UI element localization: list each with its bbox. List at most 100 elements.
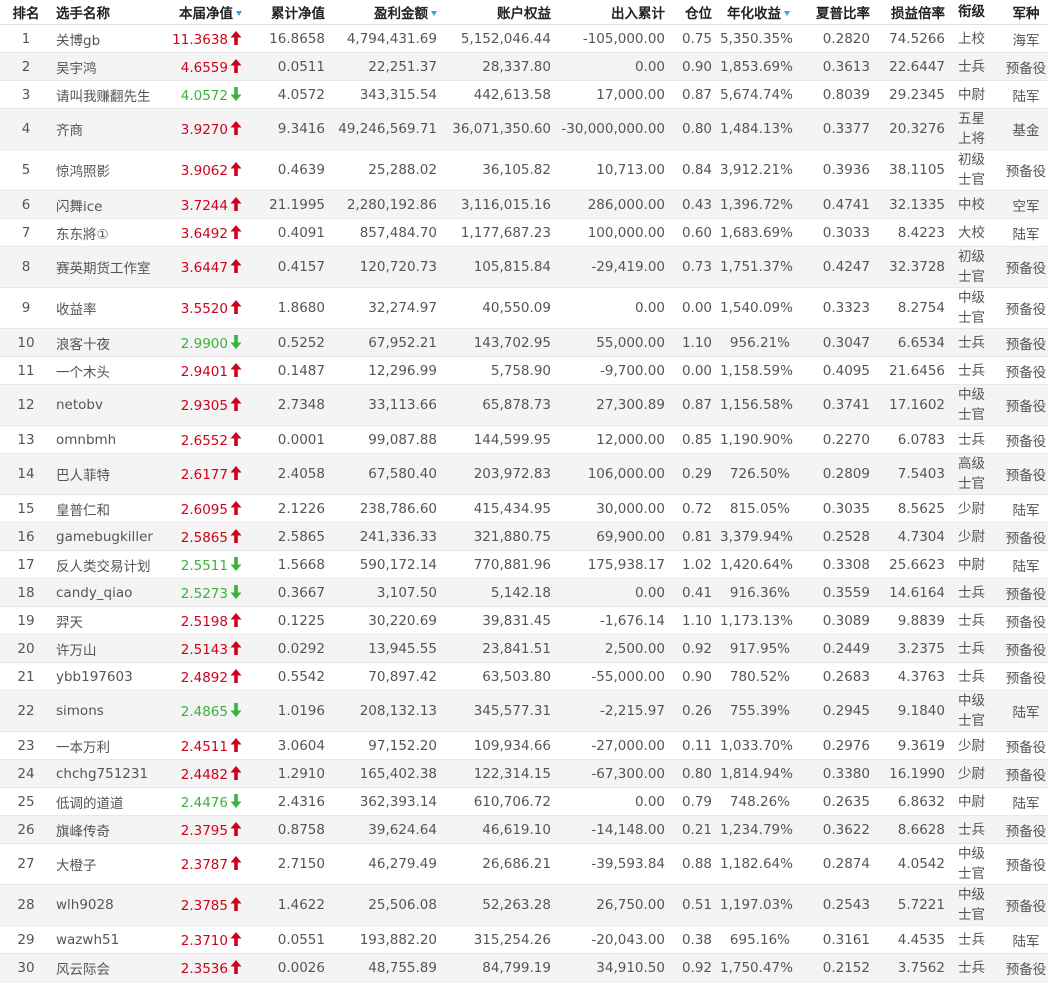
player-name-cell[interactable]: wlh9028	[52, 884, 162, 926]
table-row[interactable]: 11 一个木头 2.9401 0.1487 12,296.99 5,758.90 -9,70…	[0, 356, 1048, 385]
pl-ratio-cell: 17.1602	[874, 384, 949, 426]
header-branch[interactable]: 军种	[994, 0, 1048, 25]
branch-cell: 预备役	[994, 843, 1048, 885]
cash-flow-cell: 27,300.89	[555, 384, 669, 426]
table-row[interactable]: 8 赛英期货工作室 3.6447 0.4157 120,720.73 105,815.84…	[0, 246, 1048, 288]
player-name-cell[interactable]: 吴宇鸿	[52, 52, 162, 81]
table-row[interactable]: 9 收益率 3.5520 1.8680 32,274.97 40,550.09 0.00 0.…	[0, 287, 1048, 329]
table-row[interactable]: 17 反人类交易计划 2.5511 1.5668 590,172.14 770,881.9…	[0, 550, 1048, 579]
branch-cell: 预备役	[994, 328, 1048, 357]
equity-cell: 321,880.75	[441, 522, 555, 551]
player-name-cell[interactable]: 浪客十夜	[52, 328, 162, 357]
table-row[interactable]: 19 羿天 2.5198 0.1225 30,220.69 39,831.45 -1,676…	[0, 606, 1048, 635]
arrow-up-icon	[230, 162, 242, 176]
table-row[interactable]: 30 风云际会 2.3536 0.0026 48,755.89 84,799.19 34,9…	[0, 953, 1048, 982]
header-position[interactable]: 仓位	[669, 0, 716, 25]
header-player-name[interactable]: 选手名称	[52, 0, 162, 25]
player-name-cell[interactable]: ybb197603	[52, 662, 162, 691]
player-name-cell[interactable]: 一本万利	[52, 731, 162, 760]
military-rank-cell: 中尉	[949, 550, 994, 579]
position-cell: 0.85	[669, 425, 716, 454]
table-row[interactable]: 6 闪舞ice 3.7244 21.1995 2,280,192.86 3,116,015…	[0, 190, 1048, 219]
player-name-cell[interactable]: chchg751231	[52, 759, 162, 788]
player-name-cell[interactable]: gamebugkiller	[52, 522, 162, 551]
player-name-cell[interactable]: 一个木头	[52, 356, 162, 385]
annual-return-cell: 5,674.74%	[716, 80, 794, 109]
pl-ratio-cell: 9.3619	[874, 731, 949, 760]
header-sharpe[interactable]: 夏普比率	[794, 0, 874, 25]
table-row[interactable]: 5 惊鸿照影 3.9062 0.4639 25,288.02 36,105.82 10,71…	[0, 149, 1048, 191]
player-name-cell[interactable]: 羿天	[52, 606, 162, 635]
position-cell: 0.43	[669, 190, 716, 219]
player-name-cell[interactable]: 风云际会	[52, 953, 162, 982]
position-cell: 0.51	[669, 884, 716, 926]
table-row[interactable]: 1 关博gb 11.3638 16.8658 4,794,431.69 5,152,046…	[0, 24, 1048, 53]
player-name-cell[interactable]: 皇普仁和	[52, 494, 162, 523]
player-name-cell[interactable]: 低调的道道	[52, 787, 162, 816]
player-name-cell[interactable]: 大橙子	[52, 843, 162, 885]
player-name-cell[interactable]: 收益率	[52, 287, 162, 329]
player-name-cell[interactable]: candy_qiao	[52, 578, 162, 607]
player-name-cell[interactable]: 齐商	[52, 108, 162, 150]
position-cell: 0.80	[669, 108, 716, 150]
header-cash-flow[interactable]: 出入累计	[555, 0, 669, 25]
player-name-cell[interactable]: simons	[52, 690, 162, 732]
table-row[interactable]: 20 许万山 2.5143 0.0292 13,945.55 23,841.51 2,500…	[0, 634, 1048, 663]
player-name-cell[interactable]: 许万山	[52, 634, 162, 663]
player-name-cell[interactable]: 巴人菲特	[52, 453, 162, 495]
player-name-cell[interactable]: 关博gb	[52, 24, 162, 53]
equity-cell: 3,116,015.16	[441, 190, 555, 219]
table-row[interactable]: 23 一本万利 2.4511 3.0604 97,152.20 109,934.66 -27…	[0, 731, 1048, 760]
player-name-cell[interactable]: wazwh51	[52, 925, 162, 954]
table-row[interactable]: 12 netobv 2.9305 2.7348 33,113.66 65,878.73 27…	[0, 384, 1048, 426]
rank-cell: 9	[0, 287, 52, 329]
branch-cell: 预备役	[994, 149, 1048, 191]
current-nav-cell: 2.4892	[162, 662, 244, 691]
player-name-cell[interactable]: 闪舞ice	[52, 190, 162, 219]
player-name-cell[interactable]: 旗峰传奇	[52, 815, 162, 844]
header-cumulative-nav[interactable]: 累计净值	[244, 0, 329, 25]
player-name-cell[interactable]: 东东將①	[52, 218, 162, 247]
header-equity[interactable]: 账户权益	[441, 0, 555, 25]
military-rank-cell: 初级士官	[949, 149, 994, 191]
table-row[interactable]: 7 东东將① 3.6492 0.4091 857,484.70 1,177,687.23 1…	[0, 218, 1048, 247]
table-row[interactable]: 4 齐商 3.9270 9.3416 49,246,569.71 36,071,350.6…	[0, 108, 1048, 150]
player-name-cell[interactable]: 赛英期货工作室	[52, 246, 162, 288]
military-rank-cell: 中尉	[949, 787, 994, 816]
rank-cell: 19	[0, 606, 52, 635]
table-row[interactable]: 15 皇普仁和 2.6095 2.1226 238,786.60 415,434.95 30…	[0, 494, 1048, 523]
header-annual-return[interactable]: 年化收益	[716, 0, 794, 25]
table-row[interactable]: 27 大橙子 2.3787 2.7150 46,279.49 26,686.21 -39,5…	[0, 843, 1048, 885]
header-military-rank[interactable]: 衔级	[949, 0, 994, 25]
table-row[interactable]: 18 candy_qiao 2.5273 0.3667 3,107.50 5,142.18…	[0, 578, 1048, 607]
table-row[interactable]: 14 巴人菲特 2.6177 2.4058 67,580.40 203,972.83 106…	[0, 453, 1048, 495]
table-row[interactable]: 28 wlh9028 2.3785 1.4622 25,506.08 52,263.28 2…	[0, 884, 1048, 926]
header-rank[interactable]: 排名	[0, 0, 52, 25]
player-name-cell[interactable]: netobv	[52, 384, 162, 426]
sharpe-cell: 0.3613	[794, 52, 874, 81]
table-row[interactable]: 16 gamebugkiller 2.5865 2.5865 241,336.33 321…	[0, 522, 1048, 551]
table-row[interactable]: 2 吴宇鸿 4.6559 0.0511 22,251.37 28,337.80 0.00 0.…	[0, 52, 1048, 81]
cash-flow-cell: -14,148.00	[555, 815, 669, 844]
table-row[interactable]: 3 请叫我赚翻先生 4.0572 4.0572 343,315.54 442,613.58…	[0, 80, 1048, 109]
header-profit[interactable]: 盈利金额	[329, 0, 441, 25]
player-name-cell[interactable]: omnbmh	[52, 425, 162, 454]
table-row[interactable]: 24 chchg751231 2.4482 1.2910 165,402.38 122,3…	[0, 759, 1048, 788]
player-name-cell[interactable]: 请叫我赚翻先生	[52, 80, 162, 109]
equity-cell: 143,702.95	[441, 328, 555, 357]
table-body: 1 关博gb 11.3638 16.8658 4,794,431.69 5,152,046…	[0, 24, 1048, 982]
table-row[interactable]: 29 wazwh51 2.3710 0.0551 193,882.20 315,254.2…	[0, 925, 1048, 954]
table-row[interactable]: 21 ybb197603 2.4892 0.5542 70,897.42 63,503.8…	[0, 662, 1048, 691]
table-row[interactable]: 22 simons 2.4865 1.0196 208,132.13 345,577.31…	[0, 690, 1048, 732]
player-name-cell[interactable]: 反人类交易计划	[52, 550, 162, 579]
profit-cell: 362,393.14	[329, 787, 441, 816]
player-name-cell[interactable]: 惊鸿照影	[52, 149, 162, 191]
table-row[interactable]: 13 omnbmh 2.6552 0.0001 99,087.88 144,599.95 1…	[0, 425, 1048, 454]
header-pl-ratio[interactable]: 损益倍率	[874, 0, 949, 25]
equity-cell: 5,152,046.44	[441, 24, 555, 53]
table-row[interactable]: 10 浪客十夜 2.9900 0.5252 67,952.21 143,702.95 55,…	[0, 328, 1048, 357]
cash-flow-cell: 2,500.00	[555, 634, 669, 663]
table-row[interactable]: 25 低调的道道 2.4476 2.4316 362,393.14 610,706.72 0…	[0, 787, 1048, 816]
table-row[interactable]: 26 旗峰传奇 2.3795 0.8758 39,624.64 46,619.10 -14,…	[0, 815, 1048, 844]
header-current-nav[interactable]: 本届净值	[162, 0, 244, 25]
